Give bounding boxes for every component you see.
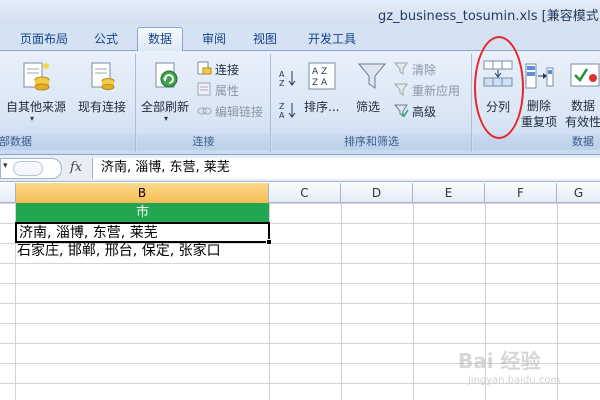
svg-text:A: A bbox=[279, 70, 285, 79]
reapply-button[interactable]: 重新应用 bbox=[394, 81, 472, 99]
refresh-all-label: 全部刷新 bbox=[141, 100, 190, 114]
clear-button[interactable]: 清除 bbox=[394, 60, 468, 78]
fx-icon[interactable]: fx bbox=[70, 160, 82, 175]
group-external-data: 自其他来源 ▾ 现有连接 外部数据 bbox=[0, 54, 136, 152]
name-box-pill bbox=[13, 161, 43, 176]
tab-page-layout[interactable]: 页面布局 bbox=[14, 30, 74, 51]
window-title: gz_business_tosumin.xls [兼容模式] bbox=[378, 9, 600, 24]
tab-data[interactable]: 数据 bbox=[137, 27, 183, 52]
remove-duplicates-button[interactable]: 删除 重复项 bbox=[519, 54, 559, 129]
column-header-b[interactable]: B bbox=[16, 183, 269, 203]
clear-filter-icon bbox=[394, 62, 408, 75]
advanced-button[interactable]: 高级 bbox=[394, 102, 468, 120]
existing-connections-icon bbox=[91, 62, 115, 90]
column-header-d[interactable]: D bbox=[341, 183, 413, 203]
annotation-circle bbox=[474, 36, 524, 139]
column-header-g[interactable]: G bbox=[557, 183, 600, 203]
watermark-url: jingyan.baidu.com bbox=[468, 375, 561, 386]
remove-duplicates-icon bbox=[525, 63, 554, 89]
connections-icon bbox=[197, 61, 212, 75]
sort-label: 排序... bbox=[304, 100, 340, 114]
sort-dialog-icon: A Z Z A bbox=[308, 62, 336, 90]
gridline bbox=[341, 203, 342, 400]
data-validation-label-1: 数据 bbox=[571, 99, 596, 113]
svg-text:Z: Z bbox=[279, 102, 285, 111]
sort-az-icon: AZ bbox=[279, 70, 296, 88]
edit-links-label: 编辑链接 bbox=[215, 105, 264, 119]
formula-bar: ▾ fx 济南, 淄博, 东营, 莱芜 bbox=[0, 155, 600, 182]
remove-duplicates-label-2: 重复项 bbox=[521, 115, 558, 129]
link-icon bbox=[197, 107, 212, 115]
properties-label: 属性 bbox=[215, 84, 240, 98]
filter-funnel-icon bbox=[357, 63, 387, 89]
sort-descending-button[interactable]: ZA bbox=[278, 100, 298, 120]
advanced-label: 高级 bbox=[412, 105, 437, 119]
from-other-sources-button[interactable]: 自其他来源 ▾ bbox=[0, 54, 70, 126]
formula-input[interactable]: 济南, 淄博, 东营, 莱芜 bbox=[92, 158, 600, 179]
cell-b3[interactable]: 石家庄, 邯郸, 邢台, 保定, 张家口 bbox=[17, 242, 269, 262]
reapply-icon bbox=[394, 83, 408, 96]
column-header-f[interactable]: F bbox=[485, 183, 557, 203]
chevron-down-icon: ▾ bbox=[164, 114, 169, 123]
filter-button[interactable]: 筛选 bbox=[352, 54, 390, 126]
reapply-label: 重新应用 bbox=[412, 84, 461, 98]
svg-text:Z: Z bbox=[279, 79, 285, 88]
existing-connections-label: 现有连接 bbox=[78, 100, 127, 114]
column-header-c[interactable]: C bbox=[269, 183, 341, 203]
from-other-sources-label: 自其他来源 bbox=[6, 100, 67, 114]
group-connections: 全部刷新 ▾ 连接 属性 编辑链接 连接 bbox=[137, 54, 271, 152]
column-header-e[interactable]: E bbox=[413, 183, 485, 203]
properties-icon bbox=[197, 82, 211, 96]
filter-label: 筛选 bbox=[356, 100, 381, 114]
watermark-logo: Bai 经验 bbox=[458, 349, 541, 373]
group-label-connections: 连接 bbox=[137, 134, 270, 150]
select-all-corner[interactable] bbox=[0, 183, 16, 203]
cell-b2-active[interactable]: 济南, 淄博, 东营, 莱芜 bbox=[15, 222, 270, 243]
chevron-down-icon: ▾ bbox=[30, 114, 35, 123]
existing-connections-button[interactable]: 现有连接 bbox=[72, 54, 134, 126]
tab-view[interactable]: 视图 bbox=[245, 30, 285, 51]
sort-za-icon: ZA bbox=[279, 102, 296, 120]
properties-button[interactable]: 属性 bbox=[197, 81, 267, 99]
gridline bbox=[413, 203, 414, 400]
refresh-icon bbox=[155, 62, 178, 88]
advanced-filter-icon bbox=[394, 104, 409, 118]
cell-b1-header[interactable]: 市 bbox=[16, 203, 269, 223]
sort-ascending-button[interactable]: AZ bbox=[278, 68, 298, 88]
svg-text:A Z: A Z bbox=[312, 67, 327, 77]
tab-review[interactable]: 审阅 bbox=[194, 30, 234, 51]
connections-label: 连接 bbox=[215, 63, 240, 77]
remove-duplicates-label-1: 删除 bbox=[527, 99, 552, 113]
name-box[interactable]: ▾ bbox=[0, 158, 62, 179]
data-validation-icon bbox=[570, 63, 600, 87]
edit-links-button[interactable]: 编辑链接 bbox=[197, 102, 269, 120]
column-headers: B C D E F G bbox=[0, 183, 600, 203]
gridline bbox=[557, 203, 558, 400]
database-doc-icon bbox=[23, 62, 50, 91]
data-validation-label-2: 有效性 bbox=[565, 115, 600, 129]
group-label-external: 外部数据 bbox=[0, 134, 135, 150]
group-label-sort-filter: 排序和筛选 bbox=[272, 134, 471, 150]
connections-button[interactable]: 连接 bbox=[197, 60, 267, 78]
title-bar: gz_business_tosumin.xls [兼容模式] bbox=[0, 0, 600, 26]
group-sort-filter: AZ ZA A Z Z A 排序... 筛选 清除 重新应用 高级 排序和筛选 bbox=[272, 54, 472, 152]
refresh-all-button[interactable]: 全部刷新 ▾ bbox=[139, 54, 197, 126]
data-validation-button[interactable]: 数据 有效性 bbox=[563, 54, 600, 129]
svg-text:A: A bbox=[279, 111, 285, 120]
sort-button[interactable]: A Z Z A 排序... bbox=[302, 54, 342, 126]
tab-developer[interactable]: 开发工具 bbox=[297, 30, 367, 51]
chevron-down-icon: ▾ bbox=[3, 161, 8, 171]
tab-formulas[interactable]: 公式 bbox=[84, 30, 128, 51]
clear-label: 清除 bbox=[412, 63, 437, 77]
svg-text:Z A: Z A bbox=[312, 78, 328, 88]
